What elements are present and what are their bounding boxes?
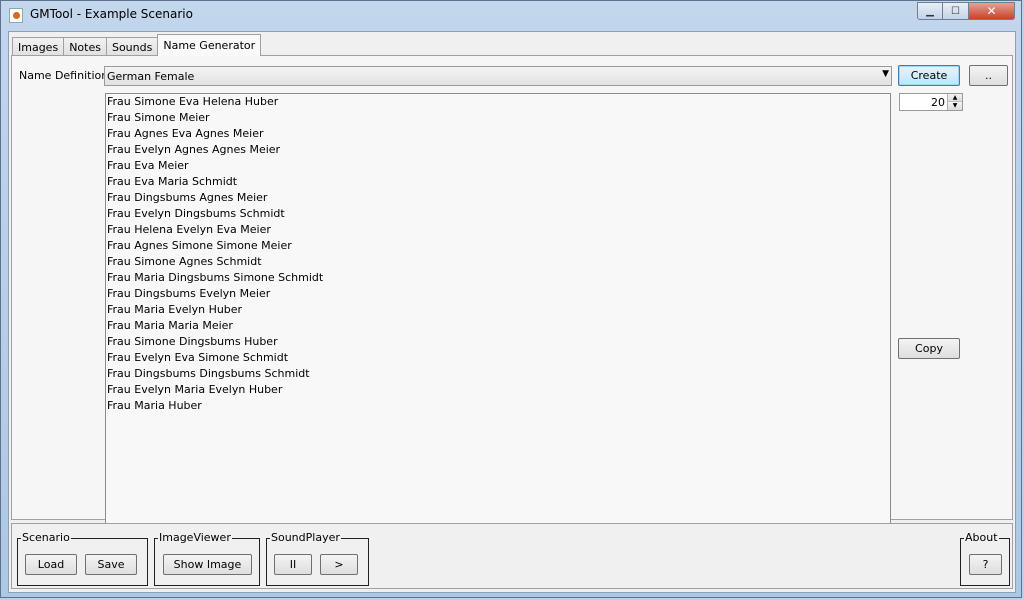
chevron-down-icon[interactable]: ▼	[882, 69, 889, 79]
spinner-down-icon[interactable]: ▼	[948, 102, 962, 110]
sound-player-group: SoundPlayer II >	[266, 531, 369, 586]
maximize-icon: ☐	[951, 5, 960, 17]
list-item[interactable]: Frau Simone Dingsbums Huber	[106, 334, 890, 350]
window-controls: ▁ ☐ ✕	[917, 2, 1015, 20]
about-group: About ?	[960, 531, 1010, 586]
list-item[interactable]: Frau Maria Evelyn Huber	[106, 302, 890, 318]
maximize-button[interactable]: ☐	[943, 2, 969, 20]
list-item[interactable]: Frau Maria Maria Meier	[106, 318, 890, 334]
list-item[interactable]: Frau Simone Meier	[106, 110, 890, 126]
help-button[interactable]: ?	[969, 554, 1002, 575]
save-button[interactable]: Save	[85, 554, 137, 575]
list-item[interactable]: Frau Agnes Eva Agnes Meier	[106, 126, 890, 142]
tab-sounds[interactable]: Sounds	[105, 37, 159, 56]
close-button[interactable]: ✕	[969, 2, 1015, 20]
scenario-group-title: Scenario	[21, 531, 71, 545]
name-definition-select[interactable]: German Female ▼	[104, 66, 892, 86]
bottom-toolbar: Scenario Load Save ImageViewer Show Imag…	[11, 523, 1013, 589]
list-item[interactable]: Frau Maria Huber	[106, 398, 890, 414]
list-item[interactable]: Frau Evelyn Dingsbums Schmidt	[106, 206, 890, 222]
name-definition-value: German Female	[107, 70, 195, 83]
list-item[interactable]: Frau Dingsbums Evelyn Meier	[106, 286, 890, 302]
name-count-spinner[interactable]: 20 ▲ ▼	[899, 93, 963, 111]
about-group-title: About	[964, 531, 999, 545]
list-item[interactable]: Frau Evelyn Agnes Agnes Meier	[106, 142, 890, 158]
list-item[interactable]: Frau Agnes Simone Simone Meier	[106, 238, 890, 254]
load-button[interactable]: Load	[25, 554, 77, 575]
name-definition-label: Name Definition:	[19, 69, 112, 82]
browse-definition-button[interactable]: ..	[969, 65, 1008, 86]
spinner-up-icon[interactable]: ▲	[948, 94, 962, 102]
app-window: GMTool - Example Scenario ▁ ☐ ✕ Images N…	[0, 0, 1022, 598]
minimize-button[interactable]: ▁	[917, 2, 943, 20]
tab-images[interactable]: Images	[12, 37, 65, 56]
title-bar[interactable]: GMTool - Example Scenario ▁ ☐ ✕	[1, 1, 1021, 31]
image-viewer-group: ImageViewer Show Image	[154, 531, 260, 586]
window-title: GMTool - Example Scenario	[30, 7, 193, 21]
tab-bar: Images Notes Sounds Name Generator	[12, 34, 262, 56]
list-item[interactable]: Frau Evelyn Eva Simone Schmidt	[106, 350, 890, 366]
create-button[interactable]: Create	[898, 65, 960, 86]
scenario-group: Scenario Load Save	[17, 531, 148, 586]
list-item[interactable]: Frau Dingsbums Dingsbums Schmidt	[106, 366, 890, 382]
tab-name-generator[interactable]: Name Generator	[157, 34, 262, 56]
tab-notes[interactable]: Notes	[63, 37, 107, 56]
play-button[interactable]: >	[320, 554, 358, 575]
close-icon: ✕	[986, 4, 997, 18]
minimize-icon: ▁	[926, 5, 934, 17]
show-image-button[interactable]: Show Image	[163, 554, 252, 575]
list-item[interactable]: Frau Eva Meier	[106, 158, 890, 174]
client-area: Images Notes Sounds Name Generator Name …	[8, 31, 1016, 593]
list-item[interactable]: Frau Maria Dingsbums Simone Schmidt	[106, 270, 890, 286]
image-viewer-group-title: ImageViewer	[158, 531, 232, 545]
java-app-icon	[9, 8, 23, 23]
generated-names-list[interactable]: Frau Simone Eva Helena Huber Frau Simone…	[105, 93, 891, 527]
list-item[interactable]: Frau Helena Evelyn Eva Meier	[106, 222, 890, 238]
spinner-buttons: ▲ ▼	[947, 94, 962, 110]
list-item[interactable]: Frau Simone Agnes Schmidt	[106, 254, 890, 270]
list-item[interactable]: Frau Evelyn Maria Evelyn Huber	[106, 382, 890, 398]
list-item[interactable]: Frau Dingsbums Agnes Meier	[106, 190, 890, 206]
name-generator-panel: Name Definition: German Female ▼ Create …	[11, 55, 1013, 527]
name-count-value[interactable]: 20	[931, 96, 945, 109]
list-item[interactable]: Frau Simone Eva Helena Huber	[106, 94, 890, 110]
pause-button[interactable]: II	[274, 554, 312, 575]
copy-button[interactable]: Copy	[898, 338, 960, 359]
list-item[interactable]: Frau Eva Maria Schmidt	[106, 174, 890, 190]
sound-player-group-title: SoundPlayer	[270, 531, 341, 545]
